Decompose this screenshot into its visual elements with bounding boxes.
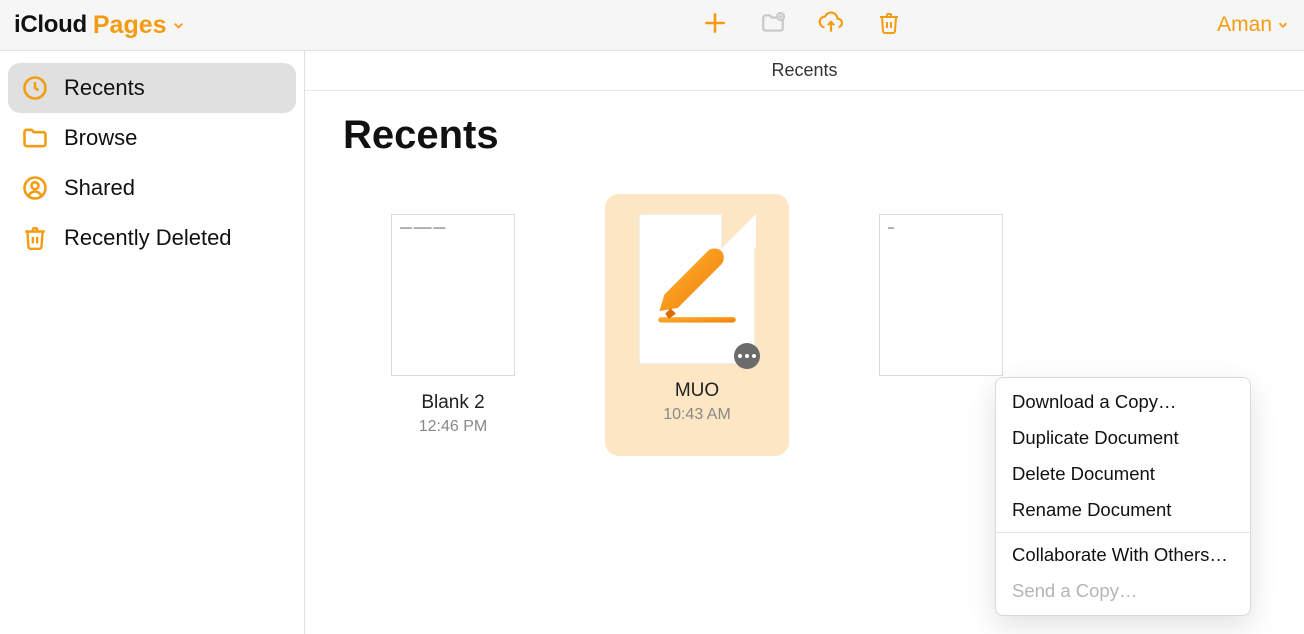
add-button[interactable] (700, 8, 730, 38)
document-time: 12:46 PM (419, 418, 487, 436)
toolbar (700, 8, 904, 38)
upload-button[interactable] (816, 8, 846, 38)
sidebar-item-label: Recently Deleted (64, 225, 232, 251)
main: Recents Browse Shared Recently Deleted R… (0, 51, 1304, 634)
app-header: iCloud Pages Aman (0, 0, 1304, 51)
pages-app-icon (653, 245, 741, 333)
clock-icon (20, 73, 50, 103)
menu-item-rename[interactable]: Rename Document (996, 492, 1250, 528)
page-title: Recents (343, 113, 1304, 158)
sidebar-item-label: Recents (64, 75, 145, 101)
menu-separator (996, 532, 1250, 533)
document-thumbnail: ▬ (879, 214, 1003, 376)
user-name: Aman (1217, 13, 1272, 37)
sidebar-item-browse[interactable]: Browse (8, 113, 296, 163)
sidebar-item-recents[interactable]: Recents (8, 63, 296, 113)
app-name: Pages (93, 11, 167, 40)
menu-item-collaborate[interactable]: Collaborate With Others… (996, 537, 1250, 573)
document-name: Blank 2 (421, 392, 484, 414)
chevron-down-icon (1276, 18, 1290, 32)
content-area: Recents Recents ▬▬ ▬▬▬ ▬▬ Blank 2 12:46 … (305, 51, 1304, 634)
more-options-icon[interactable] (734, 343, 760, 369)
sidebar-item-shared[interactable]: Shared (8, 163, 296, 213)
person-icon (20, 173, 50, 203)
sidebar-item-label: Shared (64, 175, 135, 201)
breadcrumb: Recents (305, 51, 1304, 91)
chevron-down-icon (171, 18, 186, 33)
document-time: 10:43 AM (663, 406, 731, 424)
document-thumbnail: ▬▬ ▬▬▬ ▬▬ (391, 214, 515, 376)
menu-item-delete[interactable]: Delete Document (996, 456, 1250, 492)
new-folder-button[interactable] (758, 8, 788, 38)
document-item[interactable]: ▬▬ ▬▬▬ ▬▬ Blank 2 12:46 PM (361, 194, 545, 456)
document-name: MUO (675, 380, 719, 402)
app-switcher[interactable]: Pages (93, 11, 186, 40)
folder-icon (20, 123, 50, 153)
breadcrumb-label: Recents (771, 60, 837, 81)
document-item-selected[interactable]: MUO 10:43 AM (605, 194, 789, 456)
context-menu: Download a Copy… Duplicate Document Dele… (995, 377, 1251, 616)
sidebar-item-label: Browse (64, 125, 137, 151)
menu-item-download-copy[interactable]: Download a Copy… (996, 384, 1250, 420)
menu-item-duplicate[interactable]: Duplicate Document (996, 420, 1250, 456)
sidebar: Recents Browse Shared Recently Deleted (0, 51, 305, 634)
page-fold-icon (721, 214, 755, 248)
thumb-preview-text: ▬ (888, 225, 894, 231)
trash-icon (20, 223, 50, 253)
thumb-preview-text: ▬▬ ▬▬▬ ▬▬ (400, 225, 445, 231)
menu-item-send-copy: Send a Copy… (996, 573, 1250, 609)
delete-button[interactable] (874, 8, 904, 38)
user-menu[interactable]: Aman (1217, 13, 1290, 37)
icloud-brand: iCloud (14, 11, 87, 39)
sidebar-item-recently-deleted[interactable]: Recently Deleted (8, 213, 296, 263)
document-thumbnail (639, 214, 755, 364)
